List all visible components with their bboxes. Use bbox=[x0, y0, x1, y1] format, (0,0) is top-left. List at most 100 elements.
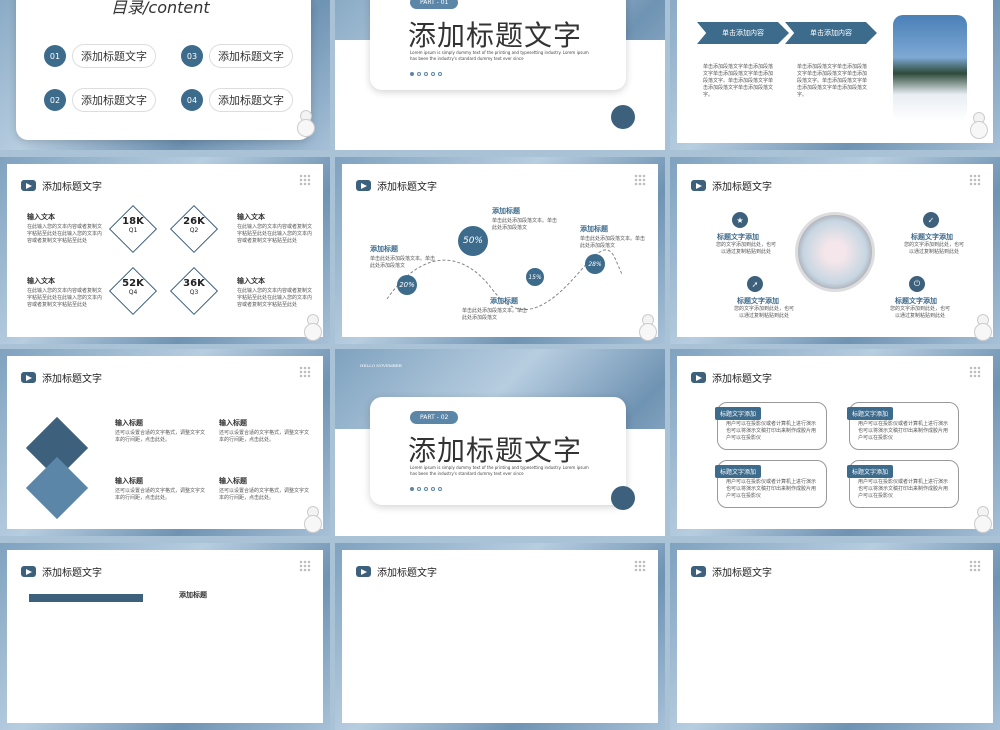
dots-icon bbox=[969, 560, 981, 572]
text-box: 标题文字添加 用户可以在投影仪或者计算机上进行演示也可以将演示文稿打印出来制作成胶… bbox=[847, 402, 959, 450]
header-title: 添加标题文字 bbox=[712, 374, 772, 385]
slide-row3-3[interactable]: 添加标题文字 bbox=[670, 543, 1000, 730]
grid-desc: 还可以设置合适的文字格式，调整文字文本的行间距，点击此处。 bbox=[219, 430, 310, 443]
text-desc: 在此输入您的文本内容或者复制文字粘贴至此处在此输入您的文本内容或者复制文字粘贴至… bbox=[27, 288, 103, 308]
snowman-icon bbox=[303, 314, 322, 341]
header-title: 添加标题文字 bbox=[42, 182, 102, 193]
contents-item-2[interactable]: 02 添加标题文字 bbox=[44, 88, 156, 112]
arrow-label-1: 单击添加内容 bbox=[697, 22, 789, 44]
dots-icon bbox=[299, 560, 311, 572]
text-box: 标题文字添加 用户可以在投影仪或者计算机上进行演示也可以将演示文稿打印出来制作成胶… bbox=[715, 460, 827, 508]
contents-item-1[interactable]: 01 添加标题文字 bbox=[44, 44, 156, 68]
slide-bg: 添加标题文字 添加标题 单击此处添加段落文本。单击此处添加段落文 添加标题 单击… bbox=[342, 164, 658, 341]
page-dots bbox=[410, 72, 442, 76]
grid-heading: 输入标题 bbox=[115, 477, 143, 485]
item-label: 添加标题文字 bbox=[72, 88, 156, 112]
dots-icon bbox=[634, 174, 646, 186]
feature-label: 标题文字添加 bbox=[895, 297, 937, 305]
wave-desc: 单击此处添加段落文本。单击此处添加段落文 bbox=[492, 218, 558, 231]
grid-desc: 还可以设置合适的文字格式，调整文字文本的行间距，点击此处。 bbox=[115, 430, 206, 443]
lorem-text: Lorem ipsum is simply dummy text of the … bbox=[410, 465, 589, 476]
slide-features[interactable]: 添加标题文字 ★ 标题文字添加 您的文字添加到此处，也可以通过复制粘贴到此处 ✓… bbox=[670, 157, 1000, 344]
item-number: 01 bbox=[44, 45, 66, 67]
snowman-icon bbox=[973, 506, 992, 533]
snowman-icon bbox=[296, 110, 315, 137]
slide-section-2[interactable]: HELLO NOVEMBER PART - 02 添加标题文字 Lorem ip… bbox=[335, 349, 665, 536]
lorem-text: Lorem ipsum is simply dummy text of the … bbox=[410, 50, 589, 61]
play-icon bbox=[691, 180, 706, 191]
grid-heading: 输入标题 bbox=[115, 419, 143, 427]
header-title: 添加标题文字 bbox=[42, 374, 102, 385]
item-label: 添加标题文字 bbox=[209, 44, 293, 68]
rocket-icon: ➚ bbox=[747, 276, 763, 292]
dots-icon bbox=[299, 366, 311, 378]
dark-bar bbox=[29, 594, 143, 602]
play-icon bbox=[21, 372, 36, 383]
snowman-icon bbox=[303, 506, 322, 533]
snowman-icon bbox=[638, 314, 657, 341]
play-icon bbox=[356, 180, 371, 191]
wave-label: 添加标题 bbox=[490, 297, 518, 305]
play-icon bbox=[691, 566, 706, 577]
percent-bubble: 28% bbox=[585, 254, 605, 274]
contents-title: 目录/content bbox=[111, 0, 210, 17]
slide-contents[interactable]: 目录/content 01 添加标题文字 03 添加标题文字 02 添加标题文字 04… bbox=[0, 0, 330, 150]
wave-desc: 单击此处添加段落文本。单击此处添加段落文 bbox=[580, 236, 646, 249]
header-title: 添加标题文字 bbox=[377, 568, 437, 579]
slide-section-1[interactable]: PART - 01 添加标题文字 Lorem ipsum is simply d… bbox=[335, 0, 665, 150]
wave-desc: 单击此处添加段落文本。单击此处添加段落文 bbox=[370, 256, 436, 269]
feature-desc: 您的文字添加到此处，也可以通过复制粘贴到此处 bbox=[903, 242, 964, 255]
part-badge: PART - 02 bbox=[410, 411, 459, 424]
feature-desc: 您的文字添加到此处，也可以通过复制粘贴到此处 bbox=[889, 306, 950, 319]
contents-card: 目录/content 01 添加标题文字 03 添加标题文字 02 添加标题文字 04… bbox=[16, 0, 311, 140]
chart-diamond bbox=[25, 456, 89, 520]
percent-bubble: 15% bbox=[526, 268, 544, 286]
text-desc: 在此输入您的文本内容或者复制文字粘贴至此处在此输入您的文本内容或者复制文字粘贴至… bbox=[237, 224, 313, 244]
hello-tag: HELLO NOVEMBER bbox=[360, 363, 402, 368]
item-number: 02 bbox=[44, 89, 66, 111]
wave-label: 添加标题 bbox=[370, 245, 398, 253]
stat-q3: 36K Q3 bbox=[183, 278, 205, 296]
header-title: 添加标题文字 bbox=[712, 568, 772, 579]
slide-boxes[interactable]: 添加标题文字 标题文字添加 用户可以在投影仪或者计算机上进行演示也可以将演示文稿打… bbox=[670, 349, 1000, 536]
wave-desc: 单击此处添加段落文本。单击此处添加段落文 bbox=[462, 308, 528, 321]
power-icon: ⏻ bbox=[909, 276, 925, 292]
slide-bg: 添加标题文字 bbox=[342, 550, 658, 723]
slide-wave[interactable]: 添加标题文字 添加标题 单击此处添加段落文本。单击此处添加段落文 添加标题 单击… bbox=[335, 157, 665, 344]
slide-bg: 添加标题文字 输入标题 还可以设置合适的文字格式，调整文字文本的行间距，点击此处… bbox=[7, 356, 323, 533]
play-icon bbox=[21, 180, 36, 191]
row3-heading: 添加标题 bbox=[179, 591, 207, 599]
snow-photo bbox=[893, 15, 967, 121]
slide-row3-1[interactable]: 添加标题文字 添加标题 bbox=[0, 543, 330, 730]
slide-stats[interactable]: 添加标题文字 输入文本 在此输入您的文本内容或者复制文字粘贴至此处在此输入您的文… bbox=[0, 157, 330, 344]
snowman-icon bbox=[973, 314, 992, 341]
dots-icon bbox=[299, 174, 311, 186]
text-desc: 在此输入您的文本内容或者复制文字粘贴至此处在此输入您的文本内容或者复制文字粘贴至… bbox=[27, 224, 103, 244]
text-heading: 输入文本 bbox=[27, 277, 55, 285]
slide-bg: 添加标题文字 ★ 标题文字添加 您的文字添加到此处，也可以通过复制粘贴到此处 ✓… bbox=[677, 164, 993, 341]
text-heading: 输入文本 bbox=[237, 213, 265, 221]
slide-bg: 添加标题文字 添加标题 bbox=[7, 550, 323, 723]
section-card: PART - 02 添加标题文字 Lorem ipsum is simply d… bbox=[370, 397, 626, 505]
grid-heading: 输入标题 bbox=[219, 477, 247, 485]
item-number: 03 bbox=[181, 45, 203, 67]
item-label: 添加标题文字 bbox=[72, 44, 156, 68]
percent-bubble: 20% bbox=[397, 275, 417, 295]
wave-label: 添加标题 bbox=[492, 207, 520, 215]
slide-header: 添加标题文字 bbox=[356, 178, 437, 193]
check-icon: ✓ bbox=[923, 212, 939, 228]
contents-item-3[interactable]: 03 添加标题文字 bbox=[181, 44, 293, 68]
text-desc: 在此输入您的文本内容或者复制文字粘贴至此处在此输入您的文本内容或者复制文字粘贴至… bbox=[237, 288, 313, 308]
contents-item-4[interactable]: 04 添加标题文字 bbox=[181, 88, 293, 112]
dots-icon bbox=[969, 366, 981, 378]
slide-thumbnail-grid: 目录/content 01 添加标题文字 03 添加标题文字 02 添加标题文字 04… bbox=[0, 0, 1000, 730]
circle-decoration bbox=[611, 105, 635, 129]
play-icon bbox=[356, 566, 371, 577]
arrow-text-1: 单击添加段落文字单击添加段落文字单击添加段落文字单击添加段落文字。单击添加段落文… bbox=[703, 64, 774, 98]
stat-q1: 18K Q1 bbox=[122, 216, 144, 234]
header-title: 添加标题文字 bbox=[377, 182, 437, 193]
slide-arrows[interactable]: 单击添加内容 单击添加内容 单击添加段落文字单击添加段落文字单击添加段落文字单击… bbox=[670, 0, 1000, 150]
slide-row3-2[interactable]: 添加标题文字 bbox=[335, 543, 665, 730]
stat-q4: 52K Q4 bbox=[122, 278, 144, 296]
slide-grid4[interactable]: 添加标题文字 输入标题 还可以设置合适的文字格式，调整文字文本的行间距，点击此处… bbox=[0, 349, 330, 536]
